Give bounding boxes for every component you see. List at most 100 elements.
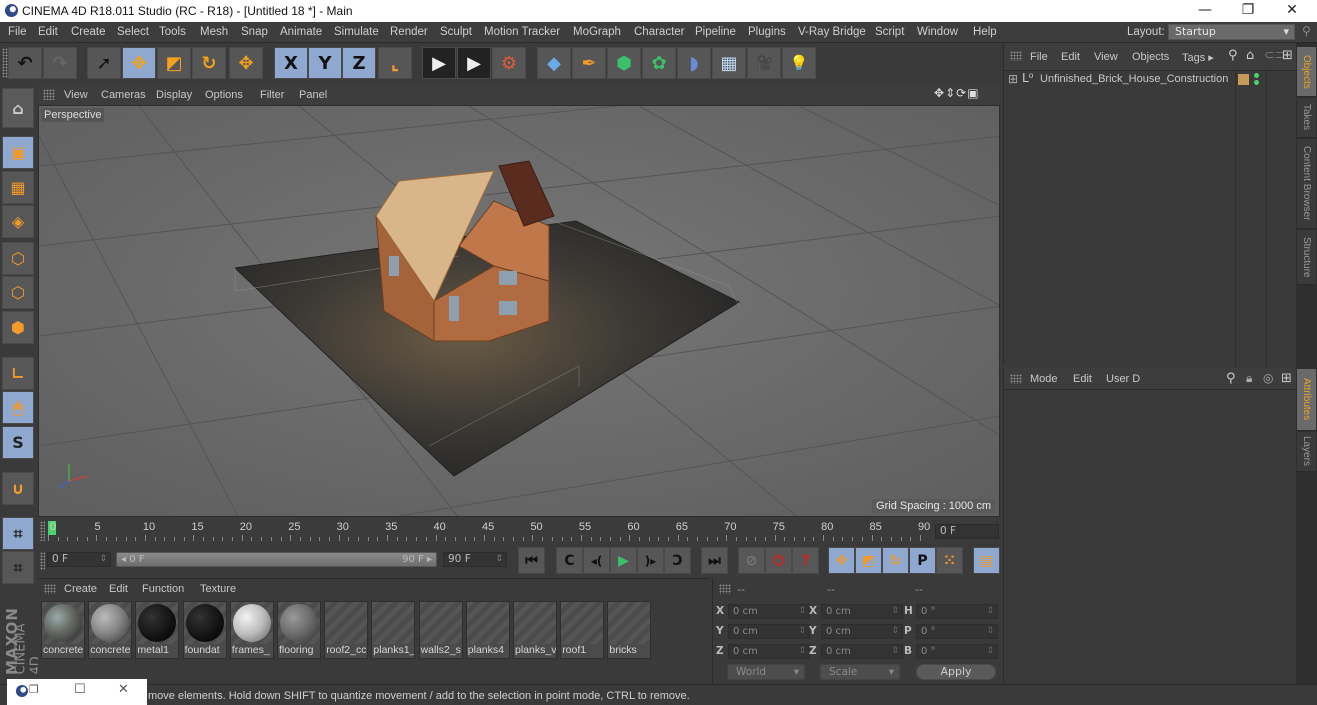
snapping-magnet-button[interactable]: ∪ xyxy=(2,472,34,505)
coord-value-field[interactable]: 0 cm xyxy=(821,604,903,619)
z-axis-lock-button[interactable]: Z xyxy=(342,47,376,79)
menu-create[interactable]: Create xyxy=(71,26,106,38)
editor-visibility-dot[interactable] xyxy=(1254,73,1259,78)
axis-mode-button[interactable]: ∟ xyxy=(2,357,34,390)
tab-layers[interactable]: Layers xyxy=(1297,432,1316,472)
coord-value-field[interactable]: 0 cm xyxy=(821,624,903,639)
next-key-button[interactable]: Ↄ xyxy=(664,547,691,574)
render-visibility-dot[interactable] xyxy=(1254,80,1259,85)
object-menu-objects[interactable]: Objects xyxy=(1132,51,1169,63)
render-view-button[interactable]: ▶ xyxy=(422,47,456,79)
menu-window[interactable]: Window xyxy=(917,26,958,38)
polygons-mode-button[interactable]: ⬢ xyxy=(2,311,34,344)
record-parameter-button[interactable]: P xyxy=(909,547,936,574)
menu-file[interactable]: File xyxy=(8,26,27,38)
coord-value-field[interactable]: 0 ° xyxy=(916,644,998,659)
layout-select[interactable]: Startup xyxy=(1168,24,1295,40)
current-frame-field[interactable]: 0 F xyxy=(935,524,999,539)
attribute-menu-user-data[interactable]: User D xyxy=(1106,373,1140,385)
material-menu-function[interactable]: Function xyxy=(142,583,184,595)
coord-value-field[interactable]: 0 cm xyxy=(728,644,810,659)
material-swatch[interactable]: metal1 xyxy=(135,601,180,659)
restore-icon[interactable]: ❐ xyxy=(29,683,39,696)
material-swatch[interactable]: roof1 xyxy=(560,601,605,659)
coord-value-field[interactable]: 0 cm xyxy=(821,644,903,659)
add-cube-button[interactable]: ◆ xyxy=(537,47,571,79)
pen-spline-button[interactable]: ✒ xyxy=(572,47,606,79)
coord-value-field[interactable]: 0 cm xyxy=(728,604,810,619)
workplane-mode-button[interactable]: ◈ xyxy=(2,205,34,238)
menu-help[interactable]: Help xyxy=(973,26,997,38)
material-menu-create[interactable]: Create xyxy=(64,583,97,595)
next-frame-button[interactable]: )▸ xyxy=(637,547,664,574)
view-navigation-icon[interactable]: ⌂ xyxy=(2,88,34,128)
tab-content-browser[interactable]: Content Browser xyxy=(1297,139,1316,229)
material-swatch[interactable]: planks_v xyxy=(513,601,557,659)
material-menu-edit[interactable]: Edit xyxy=(109,583,128,595)
timeline-scheme-button[interactable]: ▤ xyxy=(973,547,1000,574)
tab-attributes[interactable]: Attributes xyxy=(1297,369,1316,431)
search-icon[interactable]: ⚲ xyxy=(1226,371,1236,386)
cinema4d-app-icon[interactable] xyxy=(16,685,28,697)
edges-mode-button[interactable]: ⬡ xyxy=(2,276,34,309)
model-mode-button[interactable]: ▣ xyxy=(2,136,34,169)
rotate-tool-button[interactable]: ↻ xyxy=(192,47,226,79)
object-menu-tags[interactable]: Tags ▸ xyxy=(1182,51,1214,64)
menu-render[interactable]: Render xyxy=(390,26,428,38)
search-icon[interactable]: ⚲ xyxy=(1228,48,1238,63)
viewport-menu-panel[interactable]: Panel xyxy=(299,89,327,101)
3d-viewport[interactable]: Perspective Grid Spacing : 1000 cm xyxy=(38,105,1000,517)
menu-simulate[interactable]: Simulate xyxy=(334,26,379,38)
menu-tools[interactable]: Tools xyxy=(159,26,186,38)
minimize-button[interactable]: — xyxy=(1195,2,1215,18)
redo-button[interactable]: ↷ xyxy=(43,47,77,79)
attribute-menu-edit[interactable]: Edit xyxy=(1073,373,1092,385)
attribute-menu-mode[interactable]: Mode xyxy=(1030,373,1058,385)
new-panel-icon[interactable]: ⊞ xyxy=(1282,48,1293,63)
material-swatch[interactable]: concrete xyxy=(88,601,133,659)
material-swatch[interactable]: planks4 xyxy=(465,601,510,659)
home-icon[interactable]: ⌂ xyxy=(1246,48,1254,63)
rotate-view-icon[interactable]: ⟳ xyxy=(956,86,967,100)
y-axis-lock-button[interactable]: Y xyxy=(308,47,342,79)
viewport-menu-view[interactable]: View xyxy=(64,89,88,101)
material-swatch[interactable]: bricks xyxy=(607,601,652,659)
record-scale-button[interactable]: ◩ xyxy=(855,547,882,574)
menu-mograph[interactable]: MoGraph xyxy=(573,26,621,38)
material-swatch[interactable]: planks1_ xyxy=(371,601,416,659)
menu-vray-bridge[interactable]: V-Ray Bridge xyxy=(798,26,866,38)
timeline-ruler[interactable]: 0 5 10 15 20 25 30 35 40 45 50 55 60 65 70 75 80 85 90 xyxy=(38,517,1000,545)
light-button[interactable]: 💡 xyxy=(782,47,816,79)
object-name[interactable]: Unfinished_Brick_House_Construction xyxy=(1040,73,1228,85)
expand-icon[interactable]: ⊞ xyxy=(1008,72,1018,86)
render-settings-button[interactable]: ⚙ xyxy=(492,47,526,79)
menu-script[interactable]: Script xyxy=(875,26,904,38)
end-frame-field[interactable]: 90 F xyxy=(443,552,507,567)
viewport-menu-display[interactable]: Display xyxy=(156,89,192,101)
restore-button[interactable]: ❐ xyxy=(1238,2,1258,18)
menu-select[interactable]: Select xyxy=(117,26,149,38)
toggle-panel-icon[interactable]: ▣ xyxy=(967,86,979,100)
solo-mode-button[interactable]: S xyxy=(2,426,34,459)
zoom-view-icon[interactable]: ⇕ xyxy=(945,86,956,100)
material-swatch[interactable]: frames_ xyxy=(229,601,274,659)
close-icon[interactable]: ✕ xyxy=(118,682,129,697)
coordinate-system-button[interactable]: ⌞ xyxy=(378,47,412,79)
ruler[interactable]: 0 5 10 15 20 25 30 35 40 45 50 55 60 65 70 75 80 85 90 xyxy=(48,519,930,543)
viewport-menu-filter[interactable]: Filter xyxy=(260,89,284,101)
close-button[interactable]: ✕ xyxy=(1282,2,1302,18)
tab-objects[interactable]: Objects xyxy=(1297,47,1316,97)
previous-frame-button[interactable]: ◂( xyxy=(583,547,610,574)
start-frame-field[interactable]: 0 F xyxy=(47,552,111,567)
move-view-icon[interactable]: ✥ xyxy=(934,86,945,100)
subdivision-surface-button[interactable]: ⬢ xyxy=(607,47,641,79)
object-menu-view[interactable]: View xyxy=(1094,51,1118,63)
floor-button[interactable]: ▦ xyxy=(712,47,746,79)
render-picture-viewer-button[interactable]: ▶ xyxy=(457,47,491,79)
record-point-level-button[interactable]: ⁙ xyxy=(936,547,963,574)
tweak-mode-button[interactable]: 🖱 xyxy=(2,391,34,424)
object-menu-edit[interactable]: Edit xyxy=(1061,51,1080,63)
menu-pipeline[interactable]: Pipeline xyxy=(695,26,736,38)
points-mode-button[interactable]: ⬡ xyxy=(2,242,34,275)
apply-button[interactable]: Apply xyxy=(916,664,996,680)
